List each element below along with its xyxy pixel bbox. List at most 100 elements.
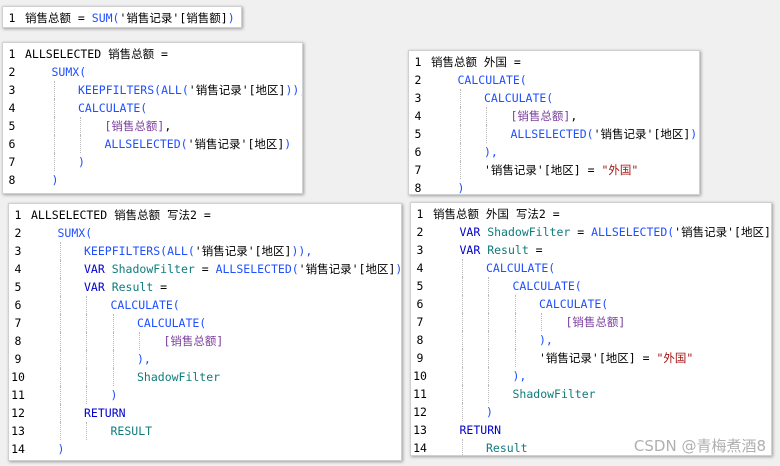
indent-guide [59,332,61,350]
code-token-function: ) [284,137,292,151]
indent-guide [461,439,463,455]
line-number: 8 [14,334,22,348]
indent-guide [59,368,61,386]
code-token-function: ), [539,333,553,347]
code-token-keyword: RETURN [84,406,126,420]
code-text: 销售总额 = SUM('销售记录'[销售额]) [25,9,235,27]
code-token-function: CALCULATE( [539,297,609,311]
code-token-measure: [销售总额] [510,109,571,123]
line-number: 4 [416,261,424,275]
code-token-plain: = [194,262,216,276]
code-line: 4 CALCULATE( [411,259,771,277]
code-line: 5 ALLSELECTED('销售记录'[地区]) [409,125,699,143]
indent-guide [486,125,487,143]
code-text: ALLSELECTED 销售总额 = [25,45,168,63]
code-token-plain: '销售记录'[地区] = [484,163,602,177]
indent-guide [80,135,81,153]
code-text: ) [78,153,85,171]
code-line: 6 CALCULATE( [9,296,401,314]
indent-guide [514,331,516,349]
line-number: 14 [413,441,427,455]
line-number: 4 [414,109,422,123]
code-token-function: ) [57,442,65,456]
code-line: 9), [9,350,401,368]
code-line: 1 ALLSELECTED 销售总额 写法2 = [9,206,401,224]
code-text: ALLSELECTED('销售记录'[地区]) [105,135,292,153]
indent-guide [461,277,463,295]
code-text: [销售总额] [164,332,224,350]
line-number: 1 [414,55,422,69]
code-token-keyword: VAR [459,243,488,257]
code-text: ALLSELECTED 销售总额 写法2 = [31,206,211,224]
indent-guide [486,107,487,125]
line-number: 14 [11,442,25,456]
code-token-function: ) [690,127,698,141]
indent-guide [541,313,542,331]
code-text: ALLSELECTED('销售记录'[地区]) [511,125,698,143]
code-token-variable: RESULT [110,424,153,438]
indent-guide [459,89,461,107]
code-token-function: ALLSELECTED( [510,127,594,141]
line-number: 5 [14,280,22,294]
code-text: [销售总额], [105,117,172,135]
code-line: 12) [411,403,771,421]
indent-guide [53,81,55,99]
code-panel-foreign-measure-v2: 1 销售总额 外国 写法2 = 2 VAR ShadowFilter = ALLSEL… [410,202,772,456]
line-number: 7 [414,163,422,177]
code-text: VAR ShadowFilter = ALLSELECTED('销售记录'[地区… [459,223,772,241]
line-number: 4 [8,101,16,115]
code-token-variable: Result [111,280,154,294]
indent-guide [59,242,61,260]
code-text: SUMX( [58,224,93,242]
code-token-function: CALCULATE( [486,261,556,275]
line-number: 3 [414,91,422,105]
indent-guide [53,135,55,153]
line-number: 2 [414,73,422,87]
code-token-plain: '销售记录'[地区] = [539,351,657,365]
code-text: '销售记录'[地区] = "外国" [484,161,638,179]
indent-guide [86,296,87,314]
line-number: 1 [8,11,16,25]
code-token-plain: 销售总额 外国 写法2 = [433,207,560,221]
code-token-function: CALCULATE( [137,316,207,330]
code-text: KEEPFILTERS(ALL('销售记录'[地区])), [84,242,312,260]
code-token-function: ) [395,262,402,276]
code-text: CALCULATE( [137,314,206,332]
line-number: 6 [416,297,424,311]
code-token-plain: '销售记录'[地区] [187,137,285,151]
code-line: 1 销售总额 外国 写法2 = [411,205,771,223]
code-line: 7) [3,153,302,171]
code-token-plain: 销售总额 外国 = [431,55,521,69]
code-token-function: ALLSELECTED( [591,225,675,239]
code-token-function: ) [78,155,85,169]
line-number: 3 [416,243,424,257]
indent-guide [53,99,55,117]
code-token-plain: ALLSELECTED 销售总额 = [25,47,168,61]
code-text: ), [513,367,527,385]
line-number: 8 [414,181,422,195]
code-text: CALCULATE( [111,296,180,314]
code-line: 6), [409,143,699,161]
code-token-function: CALCULATE( [78,101,148,115]
code-text: '销售记录'[地区] = "外国" [539,349,693,367]
line-number: 1 [416,207,424,221]
code-text: VAR Result = [84,278,167,296]
line-number: 2 [416,225,424,239]
code-line: 13 RESULT [9,422,401,440]
indent-guide [514,295,516,313]
line-number: 2 [14,226,22,240]
line-number: 13 [413,423,427,437]
code-text: KEEPFILTERS(ALL('销售记录'[地区])), [78,81,302,99]
code-text: 销售总额 外国 = [431,53,521,71]
indent-guide [488,385,489,403]
code-token-variable: Result [486,441,528,455]
code-token-keyword: RETURN [459,423,502,437]
code-text: ShadowFilter [513,385,596,403]
code-token-function: SUMX( [51,65,87,79]
code-token-function: ) [486,405,493,419]
line-number: 7 [8,155,16,169]
code-token-keyword: VAR [459,225,488,239]
code-token-plain: = [153,280,168,294]
indent-guide [53,153,55,171]
indent-guide [461,349,463,367]
